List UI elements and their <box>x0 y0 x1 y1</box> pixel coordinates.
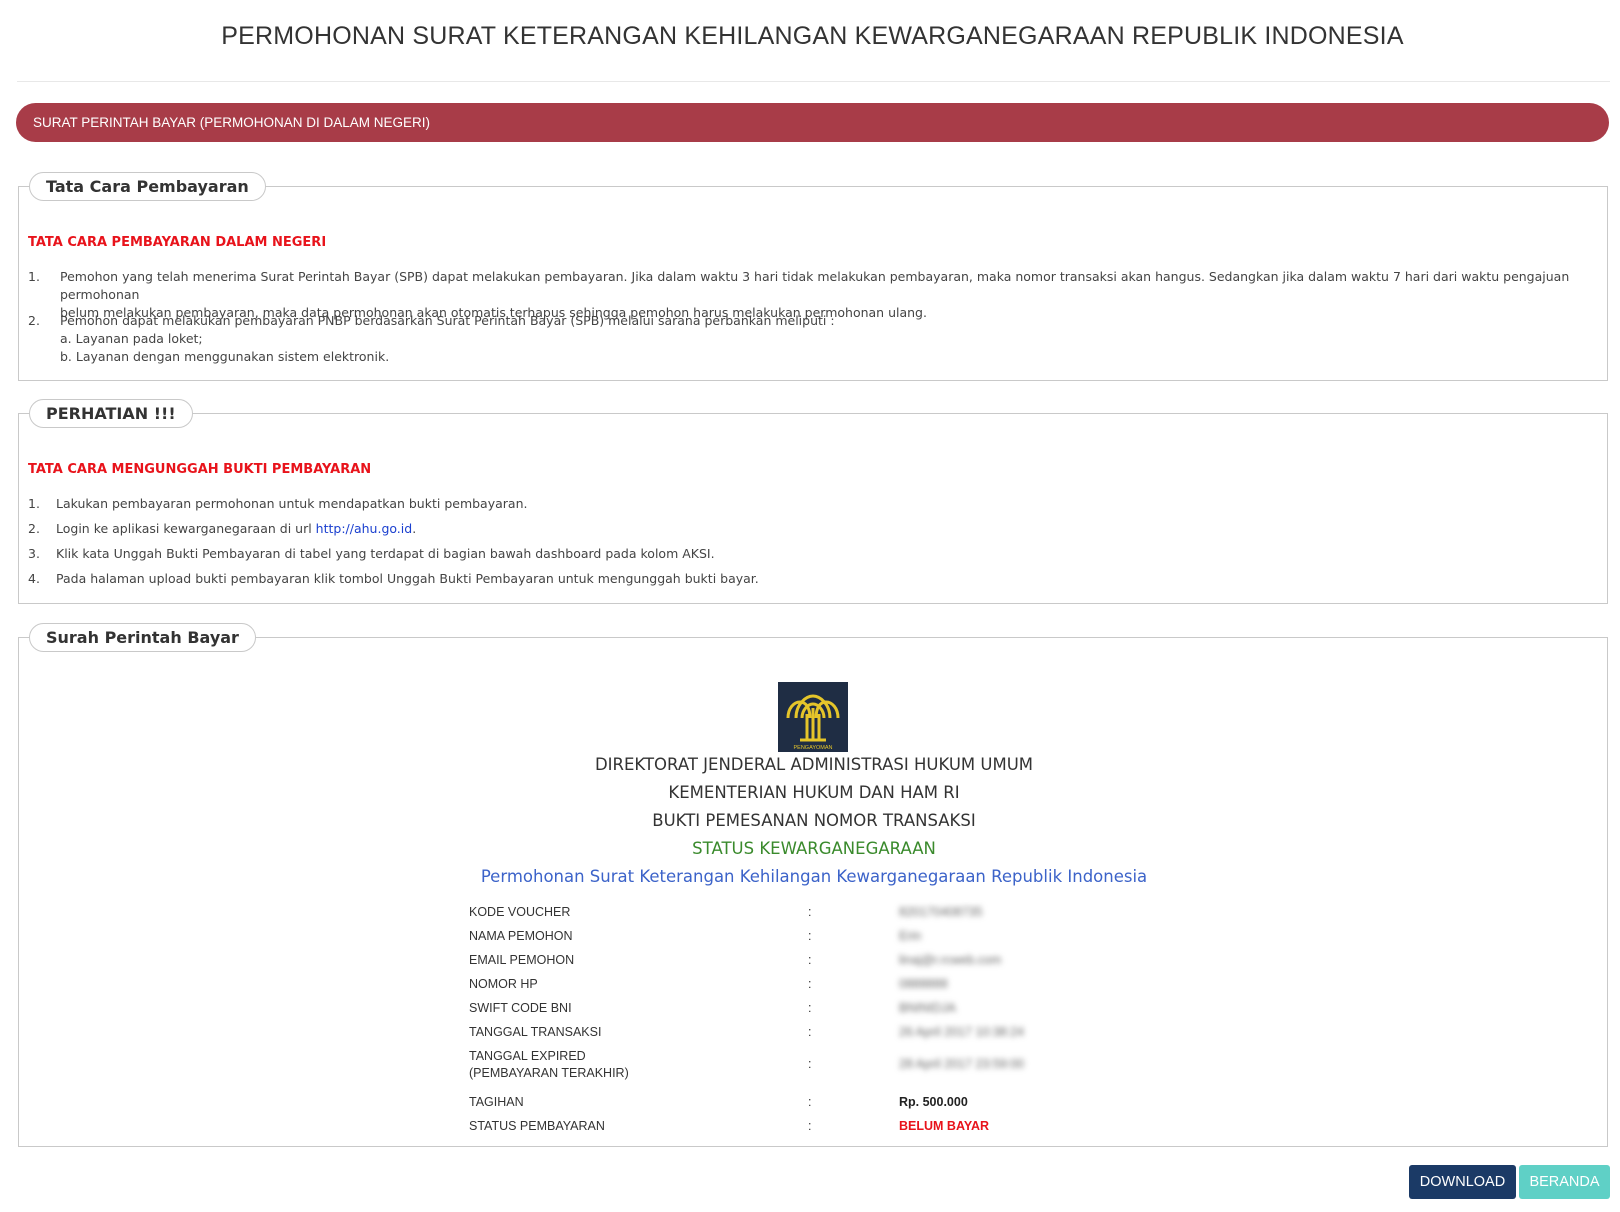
perhatian-legend: PERHATIAN !!! <box>29 399 193 428</box>
row-separator: : <box>808 1119 812 1133</box>
spb-legend: Surah Perintah Bayar <box>29 623 256 652</box>
item-text: Login ke aplikasi kewarganegaraan di url <box>56 521 316 536</box>
tagihan-value: Rp. 500.000 <box>899 1095 968 1109</box>
tata-cara-heading: TATA CARA PEMBAYARAN DALAM NEGERI <box>28 235 327 250</box>
item-number: 4. <box>28 571 40 586</box>
row-separator: : <box>808 953 812 967</box>
status-title: STATUS KEWARGANEGARAAN <box>692 839 936 858</box>
page-title: PERMOHONAN SURAT KETERANGAN KEHILANGAN K… <box>221 22 1404 50</box>
row-label: TANGGAL TRANSAKSI <box>469 1025 602 1039</box>
tata-cara-section: Tata Cara Pembayaran TATA CARA PEMBAYARA… <box>18 172 1608 381</box>
row-separator: : <box>808 1025 812 1039</box>
spb-banner: SURAT PERINTAH BAYAR (PERMOHONAN DI DALA… <box>16 103 1609 142</box>
row-separator: : <box>808 1001 812 1015</box>
perhatian-heading: TATA CARA MENGUNGGAH BUKTI PEMBAYARAN <box>28 462 372 477</box>
item-text: Lakukan pembayaran permohonan untuk mend… <box>56 496 528 511</box>
service-title: Permohonan Surat Keterangan Kehilangan K… <box>480 867 1148 886</box>
ahu-link[interactable]: http://ahu.go.id <box>316 521 413 536</box>
item-number: 1. <box>28 269 40 284</box>
status-pembayaran-value: BELUM BAYAR <box>899 1119 990 1133</box>
row-label: NAMA PEMOHON <box>469 929 573 943</box>
pengayoman-logo: PENGAYOMAN <box>778 682 848 752</box>
item-text: Pemohon dapat melakukan pembayaran PNBP … <box>60 313 835 328</box>
perhatian-section: PERHATIAN !!! TATA CARA MENGUNGGAH BUKTI… <box>18 399 1608 604</box>
item-number: 2. <box>28 521 40 536</box>
ministry-line: KEMENTERIAN HUKUM DAN HAM RI <box>668 783 960 802</box>
beranda-button[interactable]: BERANDA <box>1519 1165 1610 1199</box>
row-label: TAGIHAN <box>469 1095 524 1109</box>
pengayoman-emblem-icon: PENGAYOMAN <box>786 694 840 751</box>
row-separator: : <box>808 977 812 991</box>
row-label: STATUS PEMBAYARAN <box>469 1119 605 1133</box>
row-value: 0888888 <box>899 977 948 991</box>
row-label: NOMOR HP <box>469 977 538 991</box>
directorate-line: DIREKTORAT JENDERAL ADMINISTRASI HUKUM U… <box>594 755 1034 774</box>
row-label: EMAIL PEMOHON <box>469 953 575 967</box>
row-value: 26 April 2017 10:38:24 <box>899 1025 1025 1039</box>
row-separator: : <box>808 1057 812 1071</box>
row-value: BNINIDJA <box>899 1001 956 1015</box>
item-text-end: . <box>412 521 417 536</box>
item-number: 2. <box>28 313 40 328</box>
item-text: a. Layanan pada loket; <box>60 331 203 346</box>
page: { "page_title": "PERMOHONAN SURAT KETERA… <box>0 0 1620 1212</box>
row-value: 820170408735 <box>899 905 983 919</box>
row-separator: : <box>808 929 812 943</box>
row-label: KODE VOUCHER <box>469 905 571 919</box>
spb-section: Surah Perintah Bayar PENGAYOMAN DIREKTOR… <box>18 623 1609 1147</box>
item-text: Pemohon yang telah menerima Surat Perint… <box>60 269 1570 302</box>
row-tanggal-expired: TANGGAL EXPIRED (PEMBAYARAN TERAKHIR) : … <box>19 1049 1609 1083</box>
row-label: TANGGAL EXPIRED <box>469 1049 586 1063</box>
title-divider <box>17 81 1610 82</box>
item-text: b. Layanan dengan menggunakan sistem ele… <box>60 349 390 364</box>
row-separator: : <box>808 905 812 919</box>
logo-text: PENGAYOMAN <box>793 745 832 751</box>
item-text: Pada halaman upload bukti pembayaran kli… <box>56 571 759 586</box>
row-separator: : <box>808 1095 812 1109</box>
proof-line: BUKTI PEMESANAN NOMOR TRANSAKSI <box>652 811 976 830</box>
item-text: Klik kata Unggah Bukti Pembayaran di tab… <box>56 546 715 561</box>
row-value: linaj@r.rcweb.com <box>899 953 1002 967</box>
row-value: 28 April 2017 23:59:00 <box>899 1057 1025 1071</box>
row-label: SWIFT CODE BNI <box>469 1001 572 1015</box>
row-value: Erin <box>899 929 922 943</box>
row-label-sub: (PEMBAYARAN TERAKHIR) <box>469 1066 629 1080</box>
item-number: 1. <box>28 496 40 511</box>
item-number: 3. <box>28 546 40 561</box>
tata-cara-legend: Tata Cara Pembayaran <box>29 172 266 201</box>
download-button[interactable]: DOWNLOAD <box>1409 1165 1516 1199</box>
